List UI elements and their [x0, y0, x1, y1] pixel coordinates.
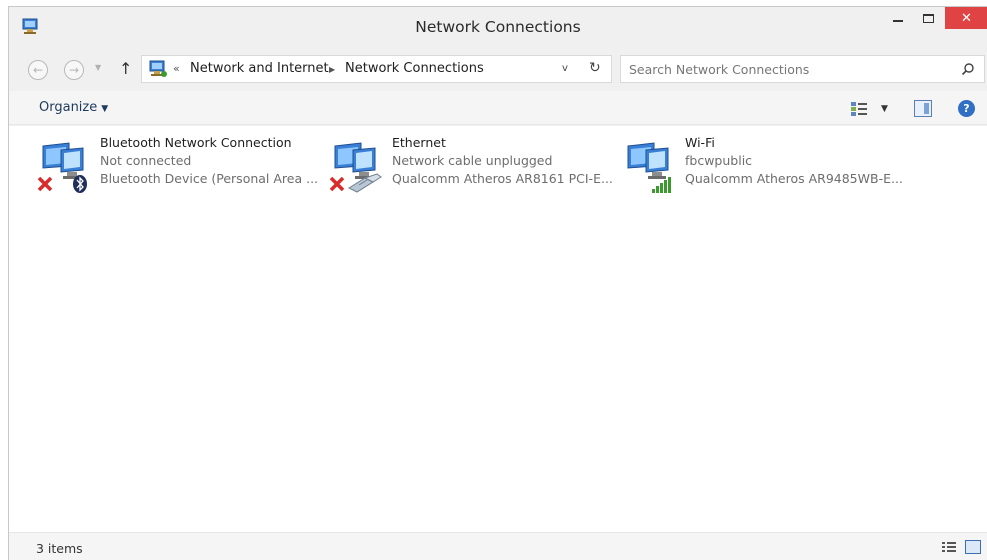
- connection-device: Qualcomm Atheros AR8161 PCI-E...: [392, 171, 613, 186]
- connection-name: Ethernet: [392, 135, 446, 150]
- preview-pane-icon[interactable]: [914, 100, 932, 117]
- search-box[interactable]: [620, 55, 985, 83]
- explorer-window: Network Connections ✕ ← → ▼ ↑ « Network …: [8, 6, 987, 560]
- status-bar: 3 items: [9, 532, 987, 560]
- connection-name: Bluetooth Network Connection: [100, 135, 292, 150]
- details-view-icon[interactable]: [942, 541, 956, 554]
- connection-status: fbcwpublic: [685, 153, 753, 168]
- close-button[interactable]: ✕: [945, 7, 987, 29]
- chevron-down-icon: ▼: [101, 104, 109, 114]
- window-title: Network Connections: [415, 18, 581, 36]
- organize-label: Organize: [39, 100, 98, 115]
- breadcrumb-chevron-right-icon[interactable]: ▶: [329, 65, 335, 74]
- minimize-icon: [893, 20, 903, 22]
- refresh-icon[interactable]: ↻: [589, 60, 601, 76]
- help-icon[interactable]: ?: [958, 100, 975, 117]
- connection-item-wifi[interactable]: Wi-Fi fbcwpublic Qualcomm Atheros AR9485…: [622, 134, 912, 198]
- command-bar: Organize ▼ ▼ ?: [9, 91, 987, 125]
- connection-status: Not connected: [100, 153, 192, 168]
- connection-item-ethernet[interactable]: Ethernet Network cable unplugged Qualcom…: [329, 134, 619, 198]
- connection-details: Ethernet Network cable unplugged Qualcom…: [392, 134, 617, 188]
- connection-status: Network cable unplugged: [392, 153, 553, 168]
- network-monitor-icon: [627, 142, 671, 193]
- network-monitor-icon: [37, 142, 87, 193]
- maximize-button[interactable]: [915, 7, 941, 29]
- connection-details: Bluetooth Network Connection Not connect…: [100, 134, 325, 188]
- signal-bars-icon: [652, 177, 671, 193]
- back-button[interactable]: ←: [28, 60, 48, 80]
- maximize-icon: [922, 13, 934, 23]
- change-view-icon[interactable]: [850, 101, 868, 117]
- address-row: ← → ▼ ↑ « Network and Internet ▶ Network…: [9, 47, 987, 89]
- close-icon: ✕: [961, 10, 972, 26]
- address-bar[interactable]: « Network and Internet ▶ Network Connect…: [141, 55, 612, 83]
- breadcrumb-network-connections[interactable]: Network Connections: [345, 61, 484, 76]
- item-count: 3 items: [36, 541, 83, 556]
- view-options-caret-icon[interactable]: ▼: [881, 104, 888, 114]
- file-list[interactable]: Bluetooth Network Connection Not connect…: [9, 126, 987, 532]
- organize-menu-button[interactable]: Organize ▼: [39, 100, 108, 115]
- bluetooth-icon: [73, 175, 87, 193]
- title-bar[interactable]: Network Connections ✕: [9, 7, 987, 45]
- network-folder-icon: [149, 60, 167, 77]
- connection-details: Wi-Fi fbcwpublic Qualcomm Atheros AR9485…: [685, 134, 910, 188]
- disconnected-x-icon: [37, 176, 53, 192]
- connection-name: Wi-Fi: [685, 135, 715, 150]
- breadcrumb-overflow-icon[interactable]: «: [173, 62, 180, 75]
- search-icon[interactable]: [961, 62, 975, 76]
- connection-item-bluetooth[interactable]: Bluetooth Network Connection Not connect…: [37, 134, 327, 198]
- disconnected-x-icon: [329, 176, 345, 192]
- connection-device: Qualcomm Atheros AR9485WB-E...: [685, 171, 903, 186]
- network-monitor-icon: [329, 142, 382, 193]
- address-dropdown-icon[interactable]: v: [562, 63, 568, 74]
- breadcrumb-network-and-internet[interactable]: Network and Internet: [190, 61, 329, 76]
- large-icons-view-icon[interactable]: [965, 540, 981, 554]
- forward-button[interactable]: →: [64, 60, 84, 80]
- recent-locations-caret-icon[interactable]: ▼: [95, 63, 101, 72]
- up-button[interactable]: ↑: [119, 59, 132, 78]
- search-input[interactable]: [629, 60, 949, 78]
- minimize-button[interactable]: [885, 7, 911, 29]
- connection-device: Bluetooth Device (Personal Area ...: [100, 171, 319, 186]
